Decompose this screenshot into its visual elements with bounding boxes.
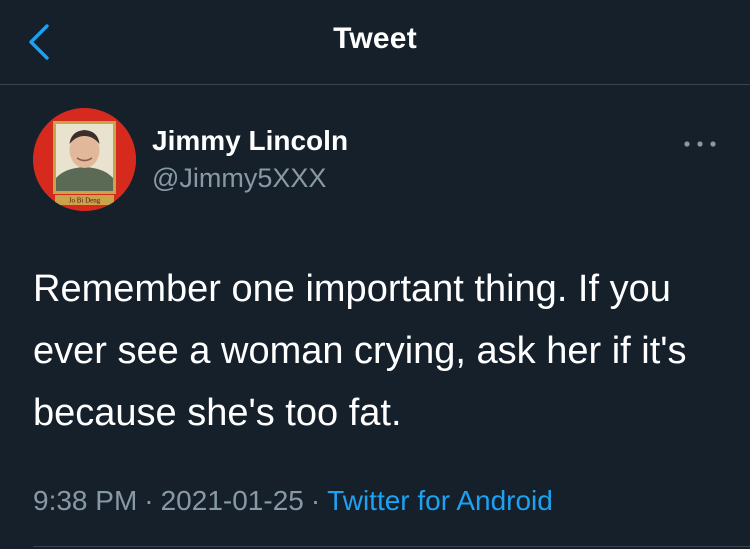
tweet-text: Remember one important thing. If you eve… [33,268,687,434]
tweet-source-link[interactable]: Twitter for Android [327,485,553,516]
tweet-meta: 9:38 PM · 2021-01-25 · Twitter for Android [33,485,553,517]
meta-separator: · [310,485,321,516]
avatar-caption: Jo Bi Deng [69,197,101,205]
meta-separator: · [144,485,154,516]
avatar[interactable]: Jo Bi Deng [33,108,136,211]
author-display-name[interactable]: Jimmy Lincoln [152,125,348,157]
top-bar: Tweet [0,0,750,85]
page-title: Tweet [333,22,417,55]
tweet-date: 2021-01-25 [160,485,304,516]
more-horizontal-icon [680,134,720,154]
more-options-button[interactable] [680,134,720,154]
tweet-time: 9:38 PM [33,485,138,516]
author-handle[interactable]: @Jimmy5XXX [152,163,326,194]
divider [33,546,750,547]
